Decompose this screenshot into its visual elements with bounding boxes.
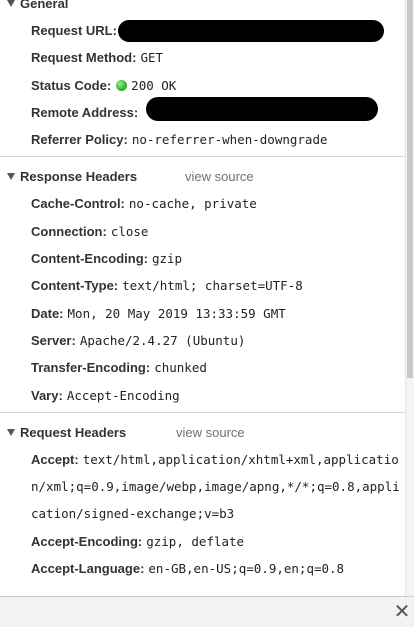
- section-divider: [0, 156, 406, 158]
- expand-triangle-icon[interactable]: [7, 0, 15, 7]
- remote-address-label: Remote Address:: [31, 104, 139, 120]
- accept-language-label: Accept-Language:: [31, 561, 145, 577]
- header-key: Content-Type:: [31, 278, 119, 294]
- header-value: chunked: [154, 360, 207, 376]
- response-header-row: Content-Type: text/html; charset=UTF-8: [0, 272, 406, 299]
- section-request-headers-header[interactable]: Request Headers view source: [0, 419, 406, 446]
- accept-language-value: en-GB,en-US;q=0.9,en;q=0.8: [148, 561, 345, 577]
- status-ok-dot-icon: [116, 79, 128, 91]
- response-header-row: Vary: Accept-Encoding: [0, 382, 406, 409]
- response-header-row: Date: Mon, 20 May 2019 13:33:59 GMT: [0, 300, 406, 327]
- header-value: Mon, 20 May 2019 13:33:59 GMT: [67, 305, 286, 321]
- headers-panel: General Request URL: Request Method: GET …: [0, 0, 414, 627]
- referrer-policy-row: Referrer Policy: no-referrer-when-downgra…: [0, 126, 406, 153]
- status-code-label: Status Code:: [31, 77, 112, 93]
- drawer-bottom-bar: ✕: [0, 596, 414, 627]
- section-divider: [0, 411, 406, 413]
- request-view-source-link[interactable]: view source: [176, 419, 245, 446]
- header-value: no-cache, private: [128, 196, 257, 212]
- section-general-header[interactable]: General: [0, 0, 406, 17]
- response-header-row: Server: Apache/2.4.27 (Ubuntu): [0, 327, 406, 354]
- accept-encoding-row: Accept-Encoding: gzip, deflate: [0, 528, 406, 555]
- header-value: close: [110, 223, 149, 239]
- scrollbar-thumb[interactable]: [407, 0, 413, 378]
- response-header-row: Content-Encoding: gzip: [0, 245, 406, 272]
- response-headers-list: Cache-Control: no-cache, private Connecti…: [0, 190, 406, 408]
- accept-language-row: Accept-Language: en-GB,en-US;q=0.9,en;q=0…: [0, 555, 406, 582]
- remote-address-row: Remote Address:: [0, 96, 406, 126]
- header-value: gzip: [151, 251, 183, 267]
- response-header-row: Cache-Control: no-cache, private: [0, 190, 406, 217]
- accept-row: Accept: text/html,application/xhtml+xml,a…: [0, 446, 406, 528]
- response-header-row: Transfer-Encoding: chunked: [0, 354, 406, 381]
- accept-label: Accept:: [31, 451, 79, 467]
- header-value: Apache/2.4.27 (Ubuntu): [79, 332, 246, 348]
- close-icon[interactable]: ✕: [392, 602, 412, 622]
- redacted-request-url: [118, 20, 384, 42]
- section-general-title: General: [20, 0, 69, 11]
- header-key: Date:: [31, 305, 64, 321]
- status-code-value: 200 OK: [131, 77, 177, 93]
- header-value: text/html; charset=UTF-8: [122, 278, 303, 294]
- redacted-remote-address: [146, 96, 378, 121]
- accept-value: text/html,application/xhtml+xml,applicat…: [31, 451, 400, 522]
- accept-encoding-value: gzip, deflate: [146, 533, 245, 549]
- request-url-row: Request URL:: [0, 17, 406, 44]
- header-key: Content-Encoding:: [31, 251, 148, 267]
- request-url-label: Request URL:: [31, 23, 117, 38]
- vertical-scrollbar[interactable]: [405, 0, 414, 596]
- header-value: Accept-Encoding: [66, 387, 180, 403]
- request-method-label: Request Method:: [31, 50, 137, 66]
- response-view-source-link[interactable]: view source: [185, 163, 254, 190]
- headers-content: General Request URL: Request Method: GET …: [0, 0, 406, 582]
- header-key: Server:: [31, 332, 76, 348]
- header-key: Connection:: [31, 223, 107, 239]
- section-request-headers-title: Request Headers: [20, 424, 127, 440]
- expand-triangle-icon[interactable]: [7, 428, 15, 436]
- request-method-row: Request Method: GET: [0, 44, 406, 71]
- response-header-row: Connection: close: [0, 218, 406, 245]
- header-key: Vary:: [31, 387, 63, 403]
- referrer-policy-value: no-referrer-when-downgrade: [131, 132, 328, 148]
- section-response-headers-title: Response Headers: [20, 169, 138, 185]
- status-code-row: Status Code: 200 OK: [0, 72, 406, 99]
- expand-triangle-icon[interactable]: [7, 173, 15, 181]
- referrer-policy-label: Referrer Policy:: [31, 132, 128, 148]
- header-key: Cache-Control:: [31, 196, 125, 212]
- header-key: Transfer-Encoding:: [31, 360, 151, 376]
- request-method-value: GET: [140, 50, 164, 66]
- accept-encoding-label: Accept-Encoding:: [31, 533, 143, 549]
- section-response-headers-header[interactable]: Response Headers view source: [0, 163, 406, 190]
